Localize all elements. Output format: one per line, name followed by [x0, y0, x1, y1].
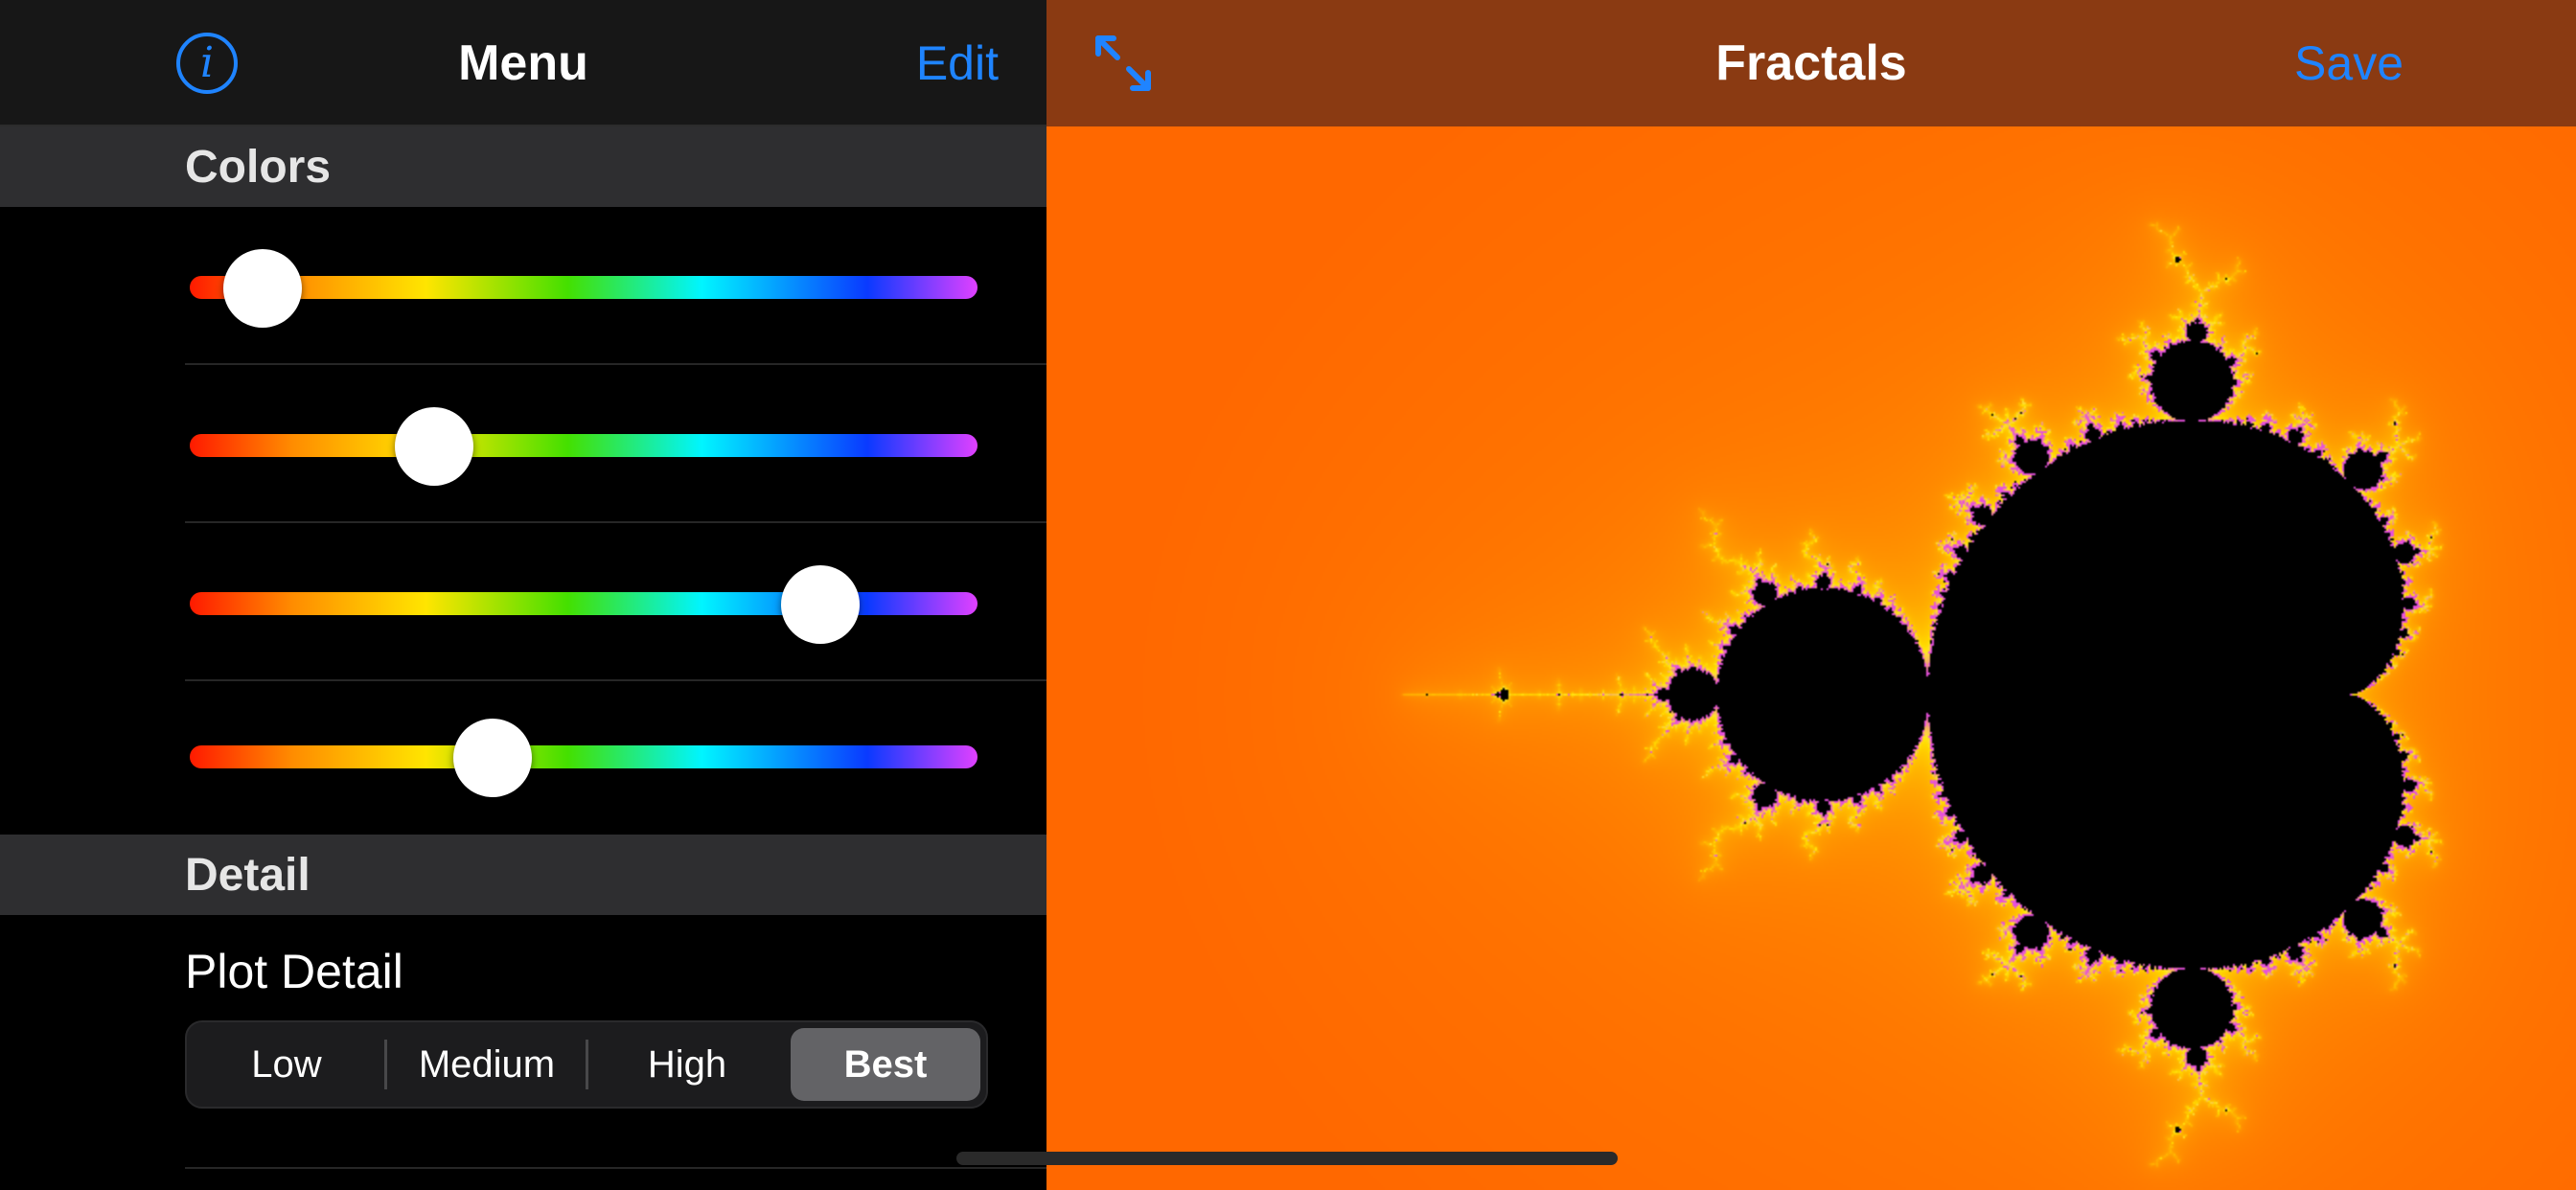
fractal-navigation-bar: Fractals Save — [1046, 0, 2576, 126]
plot-detail-segmented-control: Low Medium High Best — [185, 1020, 988, 1109]
segment-low[interactable]: Low — [187, 1022, 386, 1107]
color-slider-track[interactable] — [190, 745, 978, 768]
info-glyph: i — [199, 38, 215, 87]
expand-arrows-icon[interactable] — [1089, 29, 1158, 98]
mandelbrot-fractal-image[interactable] — [1046, 0, 2576, 1190]
segment-high[interactable]: High — [587, 1022, 787, 1107]
segment-best[interactable]: Best — [791, 1028, 980, 1101]
color-slider-thumb[interactable] — [394, 407, 473, 486]
color-slider-row-2 — [185, 365, 1046, 523]
section-header-detail: Detail — [0, 835, 1046, 915]
color-slider-thumb[interactable] — [223, 249, 303, 328]
color-slider-track[interactable] — [190, 276, 978, 299]
color-slider-row-1 — [185, 207, 1046, 365]
row-separator — [185, 1167, 1046, 1169]
color-slider-track[interactable] — [190, 592, 978, 615]
edit-button[interactable]: Edit — [916, 0, 999, 126]
home-indicator[interactable] — [956, 1152, 1618, 1165]
fractal-panel: Fractals Save — [1046, 0, 2576, 1190]
menu-title: Menu — [458, 35, 588, 91]
color-slider-track[interactable] — [190, 434, 978, 457]
menu-panel: i Menu Edit Colors Detail Plot Detail Lo… — [0, 0, 1046, 1190]
menu-navigation-bar: i Menu Edit — [0, 0, 1046, 126]
plot-detail-label: Plot Detail — [185, 945, 403, 998]
info-icon[interactable]: i — [176, 33, 238, 94]
segment-medium[interactable]: Medium — [386, 1022, 587, 1107]
color-slider-row-3 — [185, 523, 1046, 681]
save-button[interactable]: Save — [2294, 0, 2404, 126]
color-slider-row-4 — [185, 676, 1046, 835]
section-header-colors: Colors — [0, 126, 1046, 207]
color-slider-thumb[interactable] — [780, 565, 860, 644]
color-slider-thumb[interactable] — [453, 719, 533, 797]
